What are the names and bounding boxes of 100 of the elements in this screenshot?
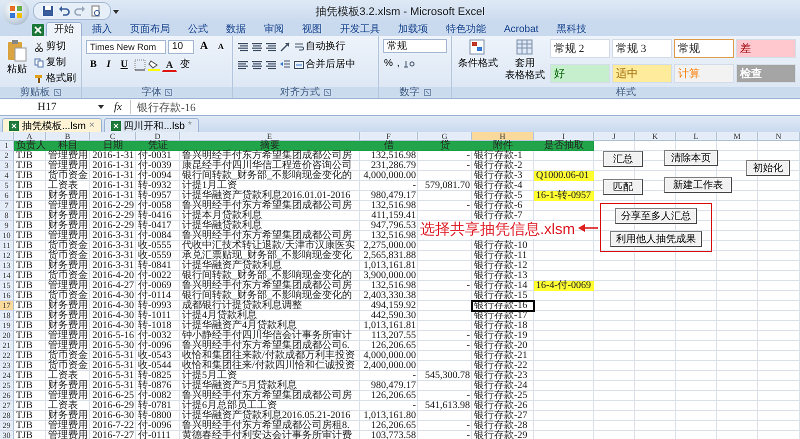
row-header[interactable]: 27 [0,401,14,411]
column-header[interactable]: I [534,132,594,141]
column-header[interactable]: B [46,132,90,141]
row-header[interactable]: 13 [0,261,14,271]
cell-style[interactable]: 常规 2 [550,39,610,58]
row-header[interactable]: 10 [0,231,14,241]
row-header[interactable]: 29 [0,421,14,431]
row-header[interactable]: 20 [0,331,14,341]
sheet-button[interactable]: 新建工作表 [664,177,732,193]
ribbon-tab[interactable]: 公式 [180,22,216,36]
row-header[interactable]: 18 [0,311,14,321]
table-format-button[interactable]: 套用 表格格式 [503,39,547,87]
workbook-tab[interactable]: 抽凭模板...lsm × [2,118,102,132]
row-header[interactable]: 3 [0,161,14,171]
ribbon-tab[interactable]: Acrobat [496,22,546,36]
column-header[interactable]: C [90,132,136,141]
row-header[interactable]: 2 [0,151,14,161]
column-header[interactable]: G [418,132,472,141]
decrease-indent-icon[interactable] [278,58,291,70]
align-icon[interactable] [250,40,263,52]
column-header[interactable]: N [758,132,800,141]
font-name-field[interactable]: Times New Rom [86,40,166,54]
bold-button[interactable]: B [86,57,101,72]
column-header[interactable]: E [180,132,360,141]
name-box[interactable]: H17 [2,100,92,114]
spreadsheet-icon[interactable] [32,24,44,36]
row-header[interactable]: 9 [0,221,14,231]
undo-icon[interactable] [58,5,70,17]
sheet-button[interactable]: 分享至多人汇总 [615,208,697,224]
row-header[interactable]: 17 [0,301,14,311]
column-header[interactable]: M [717,132,758,141]
row-header[interactable]: 14 [0,271,14,281]
row-header[interactable]: 23 [0,361,14,371]
fill-color-icon[interactable] [148,58,160,70]
column-header[interactable]: A [14,132,46,141]
insert-function-button[interactable]: fx [110,101,126,113]
ribbon-tab[interactable]: 数据 [218,22,254,36]
cell-style[interactable]: 差 [736,39,796,58]
row-header[interactable]: 26 [0,391,14,401]
shrink-font-button[interactable]: A [214,39,228,54]
copy-button[interactable]: 复制 [33,55,77,70]
cell-style[interactable]: 常规 [674,39,734,58]
percent-button[interactable]: % [383,56,394,71]
align-icon[interactable] [264,40,277,52]
row-header[interactable]: 4 [0,171,14,181]
column-header[interactable]: D [136,132,180,141]
workbook-tab[interactable]: 四川开和...lsb * [104,118,199,132]
italic-button[interactable]: I [102,57,115,72]
ribbon-tab[interactable]: 页面布局 [122,22,178,36]
row-header[interactable]: 7 [0,201,14,211]
ribbon-tab[interactable]: 开发工具 [332,22,388,36]
print-preview-icon[interactable] [90,5,102,17]
cut-button[interactable]: 剪切 [33,39,77,54]
row-header[interactable]: 22 [0,351,14,361]
sheet-button[interactable]: 匹配 [603,179,643,195]
row-header[interactable]: 16 [0,291,14,301]
font-color-button[interactable]: A [162,58,178,72]
sheet-button[interactable]: 利用他人抽凭成果 [610,231,702,248]
underline-button[interactable]: U [116,57,132,72]
ribbon-tab[interactable]: 审阅 [256,22,292,36]
ribbon-tab[interactable]: 视图 [294,22,330,36]
paste-button[interactable]: 粘贴 [4,39,30,87]
row-header[interactable]: 25 [0,381,14,391]
grow-font-button[interactable]: A [196,39,212,54]
row-header[interactable]: 6 [0,191,14,201]
sheet-button[interactable]: 汇总 [603,151,643,167]
ribbon-tab[interactable]: 插入 [84,22,120,36]
office-button[interactable] [3,0,29,25]
save-icon[interactable] [42,5,54,17]
align-icon[interactable] [236,58,249,70]
row-header[interactable]: 1 [0,141,14,151]
font-size-field[interactable]: 10 [168,40,194,54]
column-header[interactable]: F [360,132,418,141]
sheet-button[interactable]: 清除本页 [664,150,718,166]
border-icon[interactable] [134,58,146,70]
wrap-text-button[interactable]: 自动换行 [292,39,347,54]
align-icon[interactable] [250,58,263,70]
ribbon-tab[interactable]: 加载项 [390,22,436,36]
row-header[interactable]: 8 [0,211,14,221]
conditional-format-button[interactable]: 条件格式 [456,39,500,87]
ribbon-tab[interactable]: 黑科技 [548,22,594,36]
ribbon-tab[interactable]: 特色功能 [438,22,494,36]
row-header[interactable]: 24 [0,371,14,381]
phonetic-button[interactable]: 变 [179,57,192,72]
comma-button[interactable]: , [396,56,401,71]
formula-field[interactable]: 银行存款-16 [130,100,798,114]
orientation-icon[interactable] [278,40,291,52]
align-icon[interactable] [236,40,249,52]
row-header[interactable]: 19 [0,321,14,331]
column-header[interactable]: H [472,132,534,141]
row-header[interactable]: 15 [0,281,14,291]
row-header[interactable]: 21 [0,341,14,351]
row-header[interactable]: 11 [0,241,14,251]
align-icon[interactable] [264,58,277,70]
merge-center-button[interactable]: 合并后居中 [292,57,357,72]
cell-style[interactable]: 常规 3 [612,39,672,58]
number-format-field[interactable]: 常规 [383,39,447,53]
column-header[interactable]: J [594,132,635,141]
column-header[interactable]: L [676,132,717,141]
column-header[interactable]: K [635,132,676,141]
